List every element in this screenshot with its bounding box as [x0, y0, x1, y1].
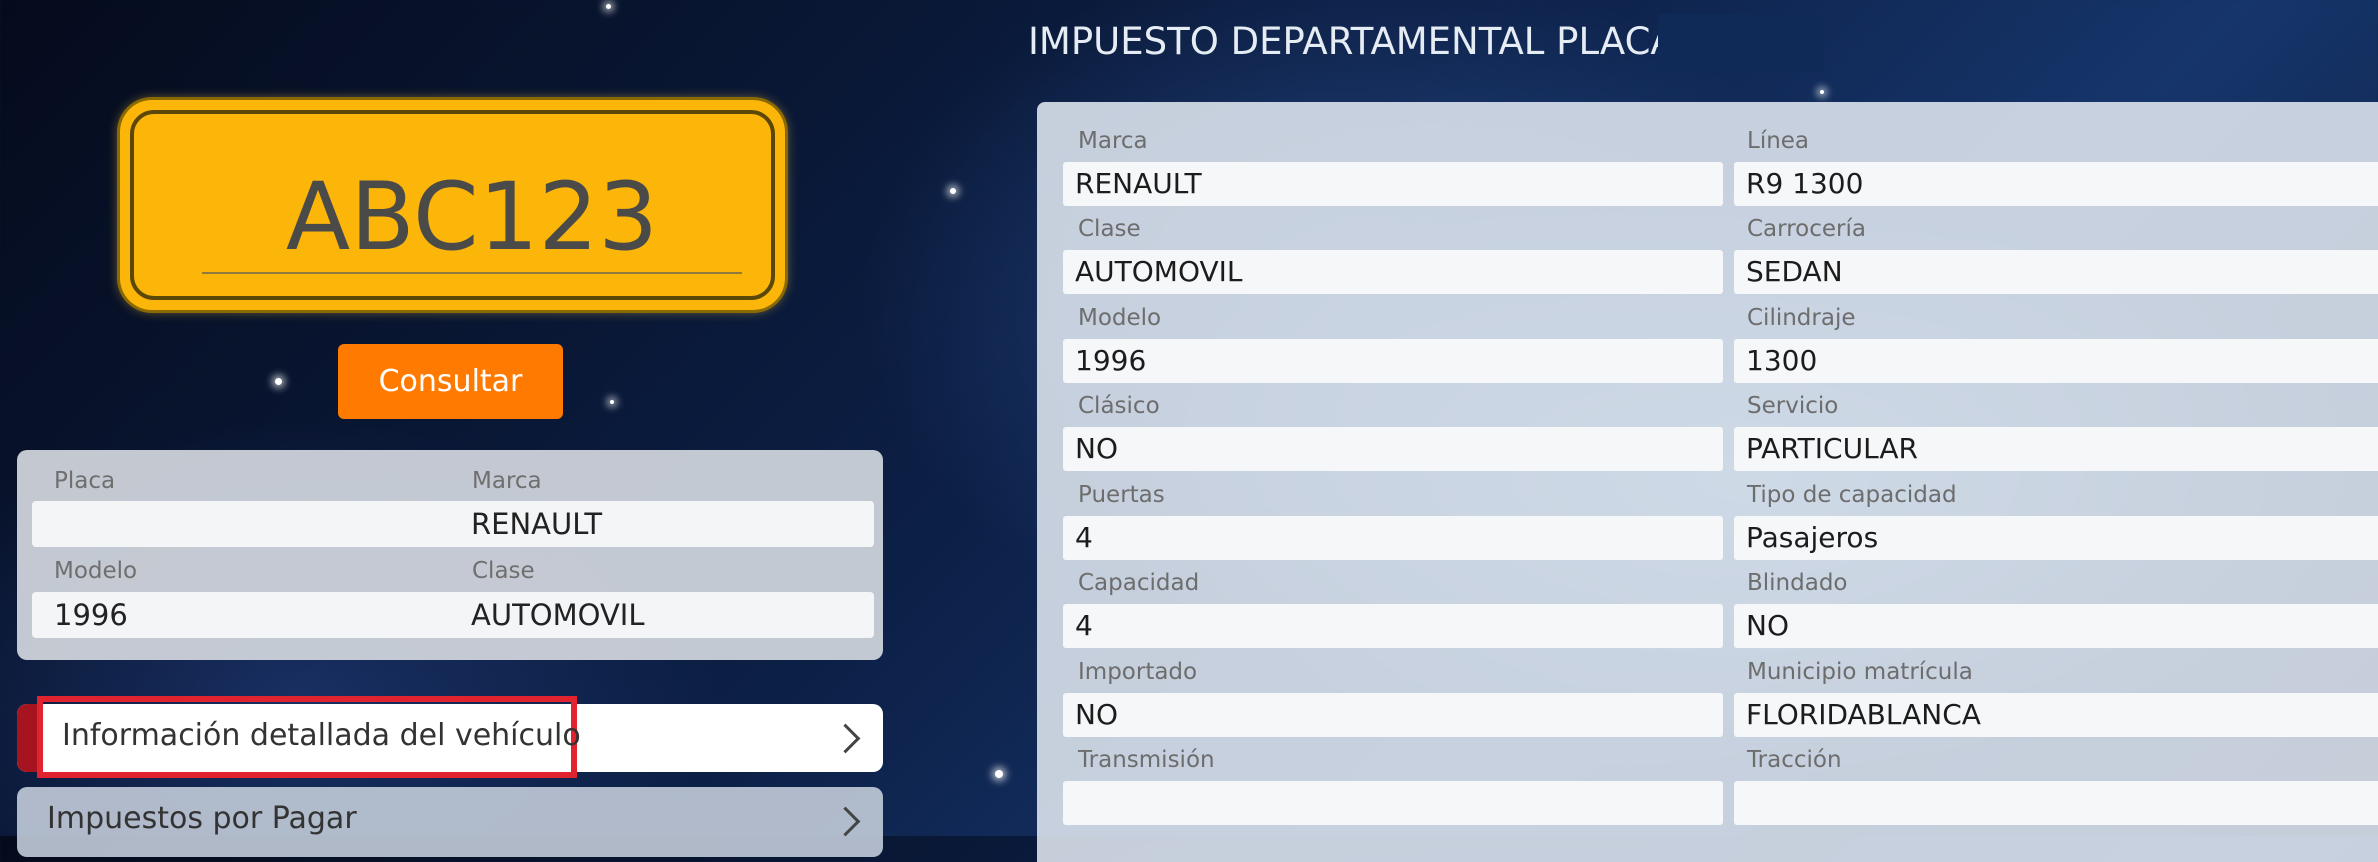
- redacted-plate: [1658, 14, 1824, 72]
- star-decoration: [1820, 90, 1824, 94]
- star-decoration: [950, 188, 956, 194]
- detail-value: 1300: [1734, 339, 2378, 383]
- detail-value: [1734, 781, 2378, 825]
- detail-label: Blindado: [1747, 570, 1848, 596]
- detail-value: PARTICULAR: [1734, 427, 2378, 471]
- detail-value: 1996: [1063, 339, 1723, 383]
- detail-value: AUTOMOVIL: [1063, 250, 1723, 294]
- detail-label: Puertas: [1078, 482, 1165, 508]
- star-decoration: [610, 400, 614, 404]
- active-marker: [17, 704, 39, 772]
- license-plate: [120, 100, 785, 310]
- detail-label: Carrocería: [1747, 216, 1866, 242]
- detail-label: Clásico: [1078, 393, 1160, 419]
- placa-field: [32, 501, 457, 547]
- star-decoration: [275, 378, 282, 385]
- license-plate-border: [130, 110, 775, 300]
- page-title: IMPUESTO DEPARTAMENTAL PLACA: [1028, 20, 1676, 63]
- detail-value: 4: [1063, 516, 1723, 560]
- detail-label: Tracción: [1747, 747, 1842, 773]
- detail-label: Transmisión: [1078, 747, 1215, 773]
- clase-field: AUTOMOVIL: [449, 592, 874, 638]
- marca-label: Marca: [472, 468, 542, 494]
- detail-label: Servicio: [1747, 393, 1839, 419]
- detail-label: Municipio matrícula: [1747, 659, 1973, 685]
- marca-field: RENAULT: [449, 501, 874, 547]
- star-decoration: [606, 4, 611, 9]
- detail-value: NO: [1734, 604, 2378, 648]
- detail-label: Importado: [1078, 659, 1198, 685]
- detail-label: Modelo: [1078, 305, 1162, 331]
- chevron-right-icon: [830, 723, 861, 754]
- detail-label: Línea: [1747, 128, 1810, 154]
- detail-label: Cilindraje: [1747, 305, 1856, 331]
- plate-input[interactable]: [202, 162, 742, 274]
- detail-value: R9 1300: [1734, 162, 2378, 206]
- detail-value: 4: [1063, 604, 1723, 648]
- detail-value: [1063, 781, 1723, 825]
- detail-value: SEDAN: [1734, 250, 2378, 294]
- chevron-right-icon: [830, 806, 861, 837]
- detail-label: Marca: [1078, 128, 1148, 154]
- detail-label: Clase: [1078, 216, 1141, 242]
- detail-value: NO: [1063, 693, 1723, 737]
- consultar-button[interactable]: Consultar: [338, 344, 563, 419]
- detail-value: RENAULT: [1063, 162, 1723, 206]
- accordion-detailed-info[interactable]: Información detallada del vehículo: [17, 696, 883, 778]
- detail-label: Tipo de capacidad: [1747, 482, 1957, 508]
- modelo-field: 1996: [32, 592, 457, 638]
- clase-label: Clase: [472, 558, 535, 584]
- detail-label: Capacidad: [1078, 570, 1200, 596]
- detail-value: Pasajeros: [1734, 516, 2378, 560]
- detail-value: NO: [1063, 427, 1723, 471]
- detail-value: FLORIDABLANCA: [1734, 693, 2378, 737]
- star-decoration: [995, 770, 1003, 778]
- vehicle-summary-card: Placa Marca RENAULT Modelo 1996 Clase AU…: [17, 450, 883, 660]
- vehicle-detail-panel: Marca RENAULT Línea R9 1300 Clase AUTOMO…: [1037, 102, 2378, 862]
- accordion-taxes-due[interactable]: Impuestos por Pagar: [17, 787, 883, 857]
- accordion-detailed-info-label: Información detallada del vehículo: [62, 718, 581, 753]
- accordion-taxes-due-label: Impuestos por Pagar: [47, 801, 357, 836]
- placa-label: Placa: [54, 468, 116, 494]
- modelo-label: Modelo: [54, 558, 138, 584]
